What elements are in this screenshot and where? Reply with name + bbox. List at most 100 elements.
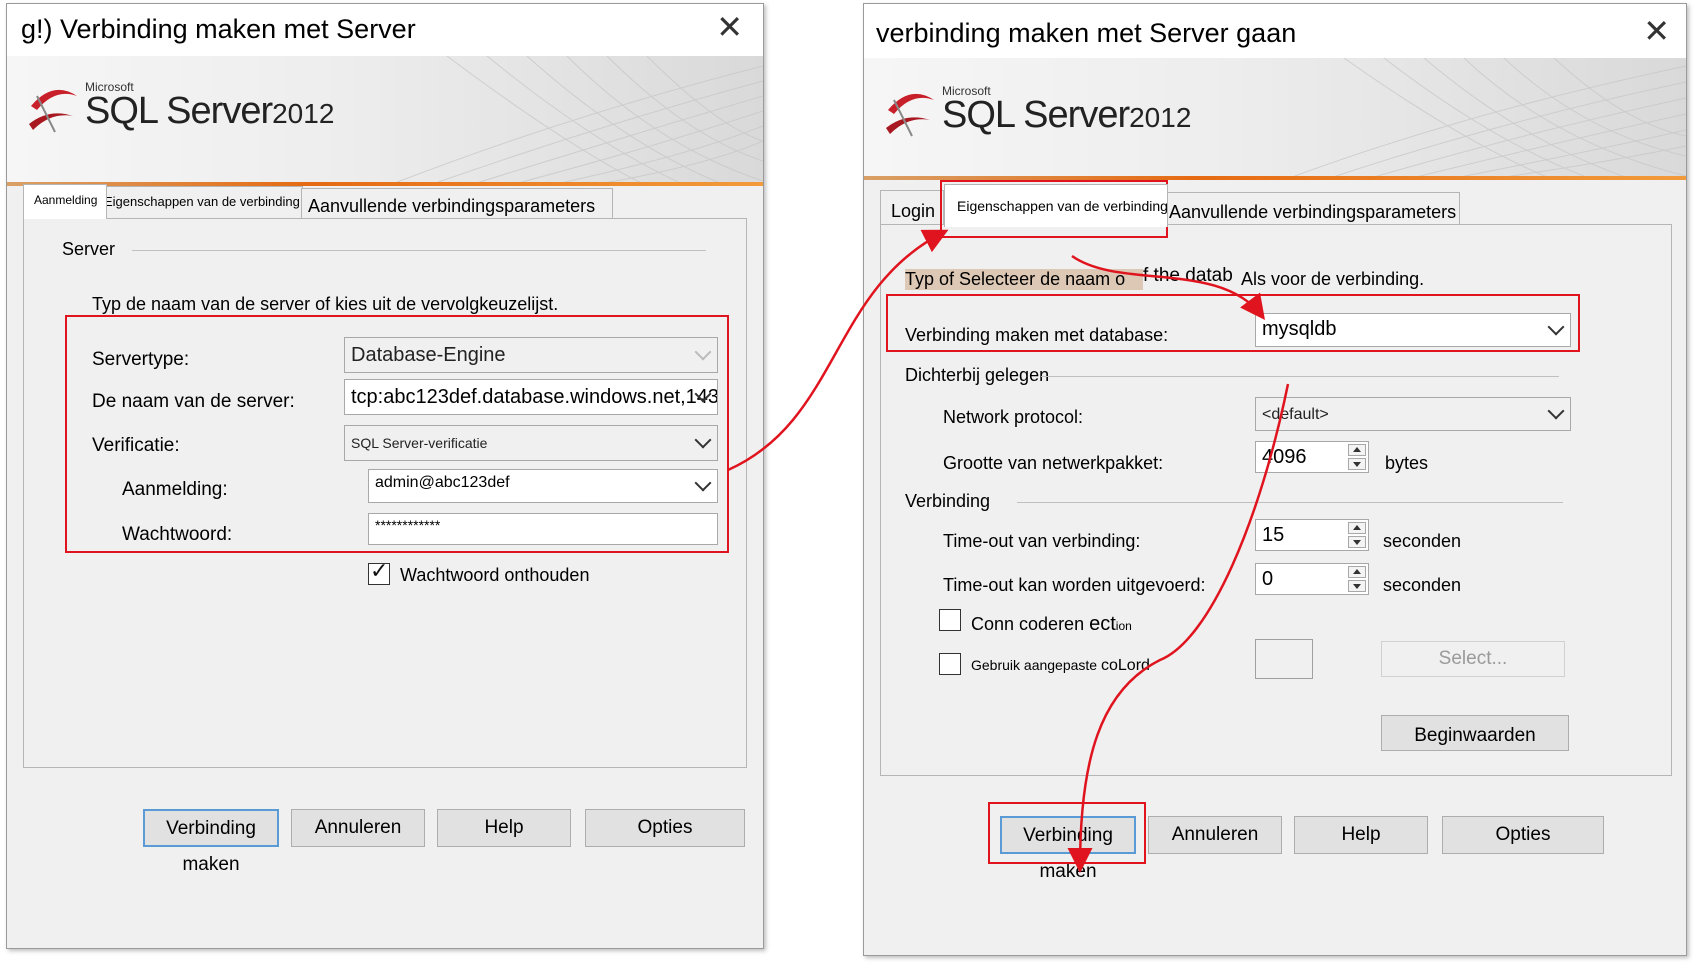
login-value: admin@abc123def: [375, 474, 510, 491]
encrypt-label-part2: ect: [1089, 613, 1116, 635]
execution-timeout-unit: seconden: [1383, 575, 1462, 595]
spin-up-icon[interactable]: [1348, 444, 1366, 456]
close-icon[interactable]: ✕: [1643, 12, 1670, 50]
tab-connection-properties[interactable]: Eigenschappen van de verbinding: [99, 186, 303, 217]
remember-password-checkbox[interactable]: ✓: [368, 558, 390, 585]
remember-password-label: Wachtwoord onthouden: [400, 565, 590, 585]
connect-button[interactable]: Verbinding maken: [1000, 816, 1136, 882]
group-server-heading: Server: [62, 239, 116, 259]
connect-button-label: Verbinding maken: [166, 818, 256, 875]
connect-dialog-2: verbinding maken met Server gaan ✕ Micro…: [863, 3, 1687, 956]
db-instruction-part2: f the datab: [1143, 265, 1233, 286]
connection-properties-panel: Typ of Selecteer de naam o f the datab A…: [880, 224, 1672, 776]
group-nearby-heading: Dichterbij gelegen: [905, 365, 1050, 385]
sql-server-banner: Microsoft SQL Server2012: [864, 58, 1686, 180]
encrypt-label-part3: ion: [1115, 619, 1132, 633]
sql-server-logo-icon: [29, 89, 77, 133]
connect-dialog-1: g!) Verbinding maken met Server ✕ Micros…: [6, 3, 764, 949]
authentication-select[interactable]: SQL Server-verificatie: [344, 425, 718, 461]
connection-timeout-input[interactable]: 15: [1255, 519, 1369, 551]
execution-timeout-label: Time-out kan worden uitgevoerd:: [943, 575, 1206, 595]
authentication-label: Verificatie:: [92, 435, 180, 456]
spin-down-icon[interactable]: [1348, 580, 1366, 592]
spin-down-icon[interactable]: [1348, 536, 1366, 548]
custom-color-label: Gebruik aangepaste coLord: [971, 657, 1150, 675]
database-label: Verbinding maken met database:: [905, 325, 1169, 345]
custom-label-part1: Gebruik aangepaste: [971, 657, 1101, 673]
password-input[interactable]: ************: [368, 513, 718, 545]
tab-login[interactable]: Aanmelding: [23, 184, 107, 219]
custom-color-checkbox[interactable]: [939, 653, 961, 675]
tab-connection-properties[interactable]: Eigenschappen van de verbinding: [944, 184, 1168, 227]
servertype-select[interactable]: Database-Engine: [344, 337, 718, 373]
database-value: mysqldb: [1262, 318, 1337, 340]
help-button[interactable]: Help: [1294, 816, 1428, 854]
custom-label-part3: Lord: [1117, 657, 1150, 674]
dialog-title: g!) Verbinding maken met Server: [21, 14, 416, 44]
chevron-down-icon: [694, 474, 712, 492]
encrypt-connection-label: Conn coderen ection: [971, 613, 1132, 636]
database-select[interactable]: mysqldb: [1255, 313, 1571, 347]
chevron-down-icon: [694, 431, 712, 449]
execution-timeout-value: 0: [1262, 568, 1274, 590]
tab-additional-parameters[interactable]: Aanvullende verbindingsparameters: [1162, 192, 1460, 225]
sql-server-banner: Microsoft SQL Server2012: [7, 56, 763, 186]
tab-login[interactable]: Login: [880, 190, 944, 225]
execution-timeout-input[interactable]: 0: [1255, 563, 1369, 595]
sql-server-logo-icon: [886, 93, 934, 137]
encrypt-label-part1: Conn coderen: [971, 614, 1090, 634]
servername-label: De naam van de server:: [92, 391, 295, 412]
packet-size-value: 4096: [1262, 446, 1307, 468]
cancel-button[interactable]: Annuleren: [1148, 816, 1282, 854]
server-instruction: Typ de naam van de server of kies uit de…: [92, 294, 559, 314]
sql-server-wordmark: SQL Server2012: [85, 90, 335, 132]
connection-timeout-label: Time-out van verbinding:: [943, 531, 1141, 551]
connect-button[interactable]: Verbinding maken: [143, 809, 279, 875]
group-divider: [1041, 376, 1559, 377]
dialog-title: verbinding maken met Server gaan: [876, 18, 1297, 48]
tab-additional-parameters[interactable]: Aanvullende verbindingsparameters: [301, 188, 613, 219]
banner-accent-bar: [864, 176, 1686, 180]
close-icon[interactable]: ✕: [716, 8, 743, 46]
connection-timeout-value: 15: [1262, 524, 1285, 546]
custom-label-part2: co: [1100, 657, 1118, 674]
sql-server-logo: Microsoft SQL Server2012: [884, 80, 1264, 160]
sql-server-logo: Microsoft SQL Server2012: [27, 76, 407, 156]
spin-up-icon[interactable]: [1348, 522, 1366, 534]
options-button[interactable]: Opties: [585, 809, 745, 847]
color-swatch[interactable]: [1255, 639, 1313, 679]
spin-up-icon[interactable]: [1348, 566, 1366, 578]
packet-size-input[interactable]: 4096: [1255, 441, 1369, 473]
packet-size-unit: bytes: [1385, 453, 1429, 473]
connect-button-label: Verbinding maken: [1023, 825, 1113, 882]
authentication-value: SQL Server-verificatie: [351, 435, 488, 451]
db-instruction-part1: Typ of Selecteer de naam o: [905, 269, 1144, 290]
reset-defaults-button[interactable]: Beginwaarden: [1381, 715, 1569, 751]
connection-timeout-unit: seconden: [1383, 531, 1462, 551]
chevron-down-icon: [694, 343, 712, 361]
sql-server-wordmark: SQL Server2012: [942, 94, 1192, 136]
select-color-button[interactable]: Select...: [1381, 641, 1565, 677]
spin-down-icon[interactable]: [1348, 458, 1366, 470]
cancel-button[interactable]: Annuleren: [291, 809, 425, 847]
servertype-label: Servertype:: [92, 349, 190, 370]
options-button[interactable]: Opties: [1442, 816, 1604, 854]
group-divider: [132, 250, 706, 251]
title-bar: verbinding maken met Server gaan ✕: [864, 4, 1686, 58]
group-connection-heading: Verbinding: [905, 491, 991, 511]
encrypt-connection-checkbox[interactable]: [939, 609, 961, 631]
checkmark-icon: ✓: [370, 558, 389, 583]
network-protocol-select[interactable]: <default>: [1255, 397, 1571, 431]
servername-input[interactable]: tcp:abc123def.database.windows.net,1433: [344, 379, 718, 415]
network-protocol-value: <default>: [1262, 406, 1329, 423]
version-year: 2012: [272, 98, 335, 129]
login-label: Aanmelding:: [122, 479, 228, 500]
chevron-down-icon: [1547, 402, 1565, 420]
title-bar: g!) Verbinding maken met Server ✕: [7, 4, 763, 56]
chevron-down-icon: [1547, 318, 1565, 336]
version-year: 2012: [1129, 102, 1192, 133]
password-label: Wachtwoord:: [122, 524, 233, 545]
login-panel: Server Typ de naam van de server of kies…: [23, 218, 747, 768]
login-input[interactable]: admin@abc123def: [368, 469, 718, 503]
help-button[interactable]: Help: [437, 809, 571, 847]
